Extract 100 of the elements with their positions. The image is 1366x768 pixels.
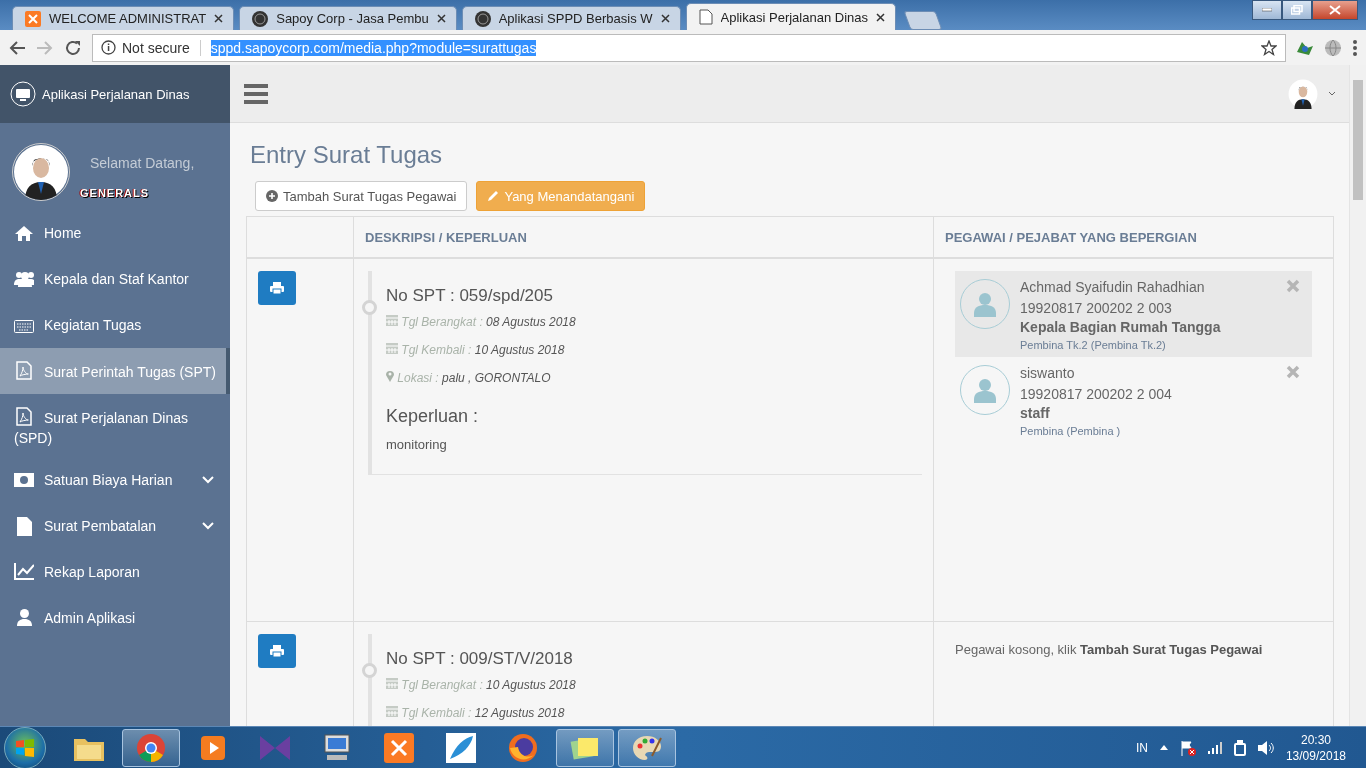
calendar-icon — [386, 314, 398, 326]
employee-nip: 19920817 200202 2 004 — [1020, 385, 1172, 404]
device-icon[interactable] — [1233, 739, 1246, 756]
globe-icon[interactable] — [1324, 38, 1342, 57]
sidebar-item[interactable]: Surat Perjalanan Dinas (SPD) — [0, 394, 230, 457]
print-button[interactable] — [258, 271, 296, 305]
close-icon[interactable] — [214, 14, 224, 23]
printer-icon — [270, 644, 284, 657]
pencil-icon — [487, 190, 500, 202]
browser-tab[interactable]: WELCOME ADMINISTRAT — [12, 6, 235, 30]
pdf-file-icon — [16, 407, 32, 426]
sidebar-item[interactable]: Home — [0, 210, 230, 256]
minimize-icon — [1262, 8, 1272, 12]
clock-date[interactable]: 13/09/2018 — [1285, 747, 1346, 764]
pdf-file-icon — [16, 361, 32, 380]
monitor-icon — [10, 81, 36, 107]
back-icon[interactable] — [8, 39, 26, 56]
browser-tab[interactable]: Aplikasi SPPD Berbasis W — [461, 6, 681, 30]
calendar-icon — [386, 676, 398, 689]
restore-icon — [1291, 5, 1303, 15]
clock-time[interactable]: 20:30 — [1285, 731, 1346, 748]
person-icon — [972, 377, 998, 403]
banknote-icon — [14, 473, 34, 487]
sidebar-item[interactable]: Rekap Laporan — [0, 549, 230, 595]
spt-number: No SPT : 059/spd/205 — [386, 286, 554, 306]
browser-tab[interactable]: Sapoy Corp - Jasa Pembu — [239, 6, 457, 30]
sidebar-item[interactable]: Satuan Biaya Harian — [0, 457, 230, 503]
speaker-icon[interactable] — [1257, 740, 1274, 755]
scrollbar[interactable] — [1349, 65, 1366, 726]
map-pin-icon — [386, 370, 394, 382]
print-button[interactable] — [258, 633, 296, 668]
printer-icon — [270, 282, 284, 294]
plus-circle-icon — [266, 190, 278, 202]
sidebar-item[interactable]: Admin Aplikasi — [0, 595, 230, 641]
page-icon — [698, 9, 713, 25]
detail-text: Tgl Kembali : 12 Agustus 2018 — [386, 704, 922, 726]
chevron-down-icon — [1328, 90, 1336, 97]
flag-icon[interactable] — [1179, 739, 1196, 756]
detail-text: Tgl Berangkat : 08 Agustus 2018 — [386, 314, 922, 342]
close-icon — [1329, 5, 1341, 15]
page-title: Entry Surat Tugas — [250, 141, 444, 169]
calendar-icon — [386, 704, 398, 717]
signal-icon[interactable] — [1207, 741, 1222, 754]
username: GENERALS — [80, 187, 150, 199]
browser-tab[interactable]: Aplikasi Perjalanan Dinas — [685, 3, 896, 30]
app-title: Aplikasi Perjalanan Dinas — [42, 86, 190, 102]
empty-note: Pegawai kosong, klik Tambah Surat Tugas Pegawai — [955, 640, 1264, 657]
bow-tie-icon — [260, 733, 290, 762]
add-button[interactable]: Tambah Surat Tugas Pegawai — [255, 181, 468, 211]
close-button[interactable] — [1312, 0, 1358, 20]
restore-button[interactable] — [1282, 0, 1312, 20]
menu-icon[interactable] — [1352, 38, 1358, 57]
taskbar-button[interactable] — [618, 728, 676, 767]
sidebar-item[interactable]: Surat Perintah Tugas (SPT) — [0, 348, 230, 394]
star-icon[interactable] — [1261, 39, 1277, 56]
info-icon — [101, 40, 116, 55]
caret-up-icon[interactable] — [1159, 745, 1168, 750]
taskbar-button[interactable] — [556, 728, 614, 767]
detail-text: Lokasi : palu , GORONTALO — [386, 370, 922, 398]
employee-nip: 19920817 200202 2 003 — [1020, 299, 1173, 318]
url-text: sppd.sapoycorp.com/media.php?module=surattugas — [210, 39, 537, 56]
language-indicator[interactable]: IN — [1135, 740, 1148, 755]
square-logo-icon — [25, 10, 41, 27]
round-logo-icon — [252, 10, 269, 27]
close-icon[interactable] — [876, 12, 885, 22]
close-icon[interactable] — [436, 14, 446, 23]
home-icon — [15, 226, 33, 241]
sidebar-item[interactable]: Surat Pembatalan — [0, 503, 230, 549]
reload-icon[interactable] — [64, 38, 82, 57]
sidebar-item[interactable]: Kepala dan Staf Kantor — [0, 256, 230, 302]
column-header: DESKRIPSI / KEPERLUAN — [365, 229, 527, 245]
column-header: PEGAWAI / PEJABAT YANG BEPERGIAN — [945, 229, 1197, 245]
spt-number: No SPT : 009/ST/V/2018 — [386, 648, 574, 669]
menu-icon[interactable] — [244, 83, 268, 104]
calendar-icon — [386, 342, 398, 354]
employee-position: staff — [1020, 405, 1051, 421]
computer-icon — [322, 733, 352, 762]
employee-name: Achmad Syaifudin Rahadhian — [1020, 278, 1206, 297]
palette-icon — [632, 733, 662, 762]
person-icon — [972, 291, 998, 317]
timeline-dot — [362, 300, 377, 315]
close-icon[interactable] — [660, 14, 670, 23]
detail-text: Tgl Kembali : 10 Agustus 2018 — [386, 342, 922, 370]
round-browser-icon — [136, 732, 166, 763]
address-bar[interactable]: Not secure sppd.sapoycorp.com/media.php?module=surattugas — [92, 33, 1286, 62]
square-logo-icon — [384, 732, 414, 763]
file-icon — [16, 516, 32, 536]
employee-position: Kepala Bagian Rumah Tangga — [1020, 319, 1221, 335]
line-chart-icon — [14, 563, 34, 580]
users-icon — [14, 270, 34, 287]
fox-globe-icon — [508, 732, 538, 763]
purpose-text: monitoring — [386, 437, 448, 452]
feather-icon — [446, 732, 476, 763]
sidebar-item[interactable]: Kegiatan Tugas — [0, 302, 230, 348]
employee-rank: Pembina Tk.2 (Pembina Tk.2) — [1020, 339, 1167, 351]
start-button[interactable] — [4, 726, 46, 768]
minimize-button[interactable] — [1252, 0, 1282, 20]
taskbar-button[interactable] — [122, 728, 180, 767]
employee-rank: Pembina (Pembina ) — [1020, 425, 1122, 437]
security-label: Not secure — [122, 39, 190, 56]
